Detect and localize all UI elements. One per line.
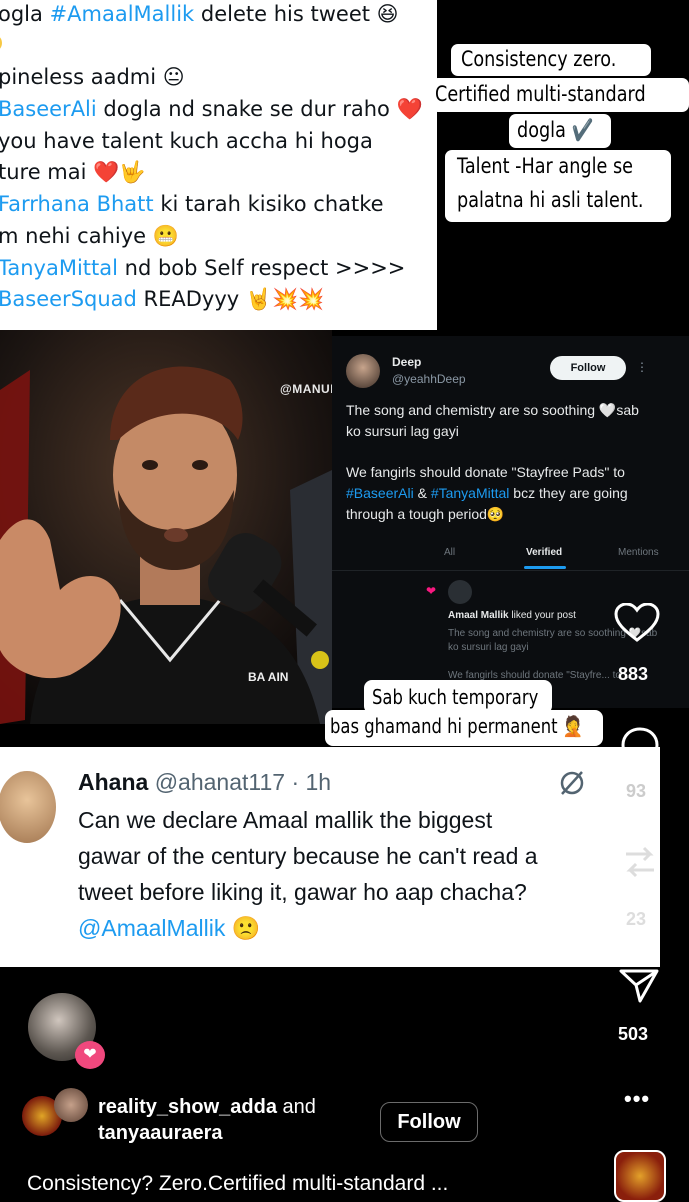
notification-title: Amaal Mallik liked your post bbox=[448, 610, 576, 621]
avatar bbox=[54, 1088, 88, 1122]
tweet-text: tweet before liking it, gawar ho aap cha… bbox=[78, 879, 527, 905]
sticker-line: dogla ✔️ bbox=[517, 118, 594, 142]
notification-tabs: All Verified Mentions bbox=[332, 541, 689, 569]
avatar bbox=[346, 354, 380, 388]
top-tweet-line: pineless aadmi 😐 bbox=[0, 65, 185, 89]
sticker-line: Consistency zero. bbox=[461, 47, 617, 71]
follow-button[interactable]: Follow bbox=[550, 356, 626, 380]
text-sticker-top: Consistency zero. Certified multi-standa… bbox=[431, 38, 689, 228]
comment-icon[interactable] bbox=[620, 726, 660, 766]
tweet-mention[interactable]: @AmaalMallik 🙁 bbox=[78, 915, 260, 942]
audio-thumbnail[interactable] bbox=[614, 1150, 666, 1202]
video-frame[interactable]: @MANUP BA AIN bbox=[0, 330, 332, 724]
top-tweet-line: you have talent kuch accha hi hoga bbox=[0, 129, 373, 153]
like-icon[interactable] bbox=[614, 602, 660, 643]
text-sticker-mid-line: bas ghamand hi permanent 🤦 bbox=[330, 714, 584, 738]
emoji-fragment bbox=[0, 33, 2, 57]
more-options-icon[interactable]: ⋮ bbox=[636, 360, 648, 374]
share-icon[interactable] bbox=[618, 968, 660, 1004]
top-tweet-line: Farrhana Bhatt ki tarah kisiko chatke bbox=[0, 192, 384, 216]
repost-icon[interactable] bbox=[620, 838, 660, 886]
dark-tweet-card: Deep @yeahhDeep Follow ⋮ The song and ch… bbox=[332, 336, 689, 708]
avatar bbox=[448, 580, 472, 604]
collab-account-2[interactable]: tanyaauraera bbox=[98, 1122, 223, 1145]
video-watermark: @MANUP bbox=[280, 382, 332, 396]
sticker-line: palatna hi asli talent. bbox=[457, 188, 644, 212]
heart-icon: ❤ bbox=[75, 1041, 105, 1069]
tab-mentions[interactable]: Mentions bbox=[618, 547, 659, 558]
notification-preview: ko sursuri lag gayi bbox=[448, 642, 529, 653]
tweet-author-name: Deep bbox=[392, 355, 422, 369]
grok-icon[interactable] bbox=[558, 769, 586, 797]
top-tweet-line: m nehi cahiye 😬 bbox=[0, 224, 179, 248]
active-tab-indicator bbox=[524, 566, 566, 569]
tweet-author-handle: @yeahhDeep bbox=[392, 372, 466, 386]
tab-all[interactable]: All bbox=[444, 547, 455, 558]
shirt-logo: BA AIN bbox=[248, 670, 289, 684]
sticker-line: Talent -Har angle se bbox=[457, 154, 634, 178]
ahana-tweet-card: Ahana @ahanat117 · 1h Can we declare Ama… bbox=[0, 747, 660, 967]
tweet-text: gawar of the century because he can't re… bbox=[78, 843, 538, 869]
more-options-icon[interactable]: ••• bbox=[624, 1086, 650, 1112]
top-tweet-line: ture mai ❤️🤟 bbox=[0, 160, 146, 184]
avatar bbox=[0, 771, 56, 843]
tweet-author: Ahana @ahanat117 · 1h bbox=[78, 769, 332, 795]
tab-verified[interactable]: Verified bbox=[526, 547, 562, 558]
top-tweet-line: ogla #AmaalMallik delete his tweet 😆 bbox=[0, 2, 399, 26]
top-tweet-line: TanyaMittal nd bob Self respect >>>> bbox=[0, 256, 406, 280]
like-count: 883 bbox=[618, 664, 649, 684]
follow-button[interactable]: Follow bbox=[380, 1102, 478, 1142]
tweet-text: Can we declare Amaal mallik the biggest bbox=[78, 807, 493, 833]
text-sticker-mid-line: Sab kuch temporary bbox=[372, 685, 539, 709]
comment-count: 93 bbox=[626, 781, 647, 801]
tweet-text: The song and chemistry are so soothing 🤍… bbox=[346, 402, 639, 439]
sticker-line: Certified multi-standard bbox=[435, 82, 646, 106]
tweet-text-2: We fangirls should donate "Stayfree Pads… bbox=[346, 464, 628, 522]
share-count: 503 bbox=[618, 1024, 649, 1044]
top-tweet-line: BaseerAli dogla nd snake se dur raho ❤️ bbox=[0, 97, 423, 121]
repost-count: 23 bbox=[626, 909, 647, 929]
heart-icon: ❤ bbox=[426, 584, 437, 598]
top-tweet-card: ogla #AmaalMallik delete his tweet 😆 pin… bbox=[0, 0, 437, 330]
top-tweet-line: BaseerSquad READyyy 🤘💥💥 bbox=[0, 287, 325, 311]
caption[interactable]: Consistency? Zero.Certified multi-standa… bbox=[27, 1172, 448, 1196]
collab-accounts[interactable]: reality_show_adda and bbox=[98, 1096, 316, 1119]
